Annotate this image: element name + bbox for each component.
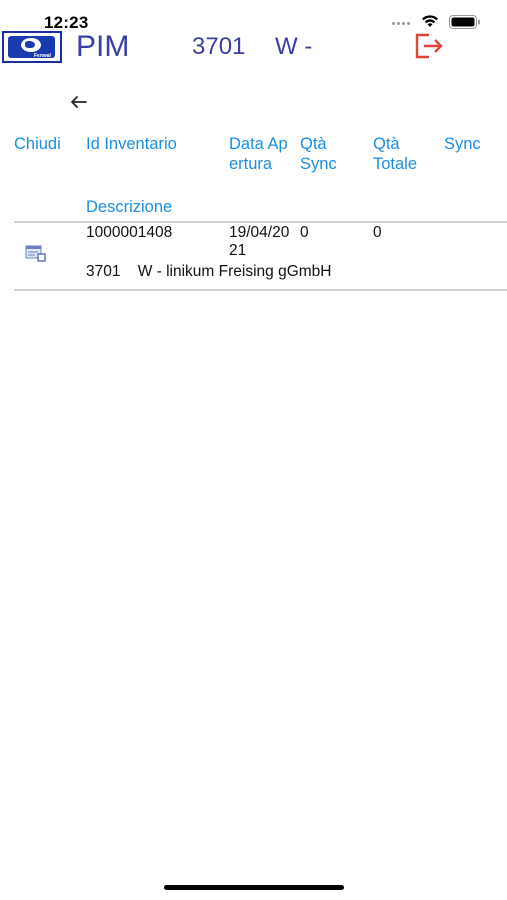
row-inventory-id: 1000001408 [86,224,173,241]
globe-icon [21,38,41,52]
company-logo: Fenwal [2,31,62,63]
site-name: W - [275,33,313,60]
column-header-inventory-id: Id Inventario [86,135,177,153]
row-opening-date: 19/04/2021 [229,224,290,259]
row-qty-total: 0 [373,224,382,241]
signal-dots-icon [392,22,414,28]
inventory-row-icon[interactable] [25,245,47,263]
column-header-opening-date: Data Apertura [229,135,288,173]
row-qty-sync: 0 [300,224,309,241]
table-header-divider [14,221,507,223]
back-arrow-icon[interactable] [69,92,89,112]
row-description: 3701 W - linikum Freising gGmbH [86,263,332,280]
logout-icon[interactable] [413,31,445,61]
logo-text: Fenwal [34,53,51,59]
column-header-qty-total: Qtà Totale [373,135,418,173]
app-title: PIM [76,30,130,63]
column-header-qty-sync: Qtà Sync [300,135,337,173]
wifi-icon [422,15,438,27]
battery-icon [449,15,480,29]
table-row-divider [14,289,507,291]
column-header-close: Chiudi [14,135,61,153]
column-header-sync: Sync [444,135,481,153]
home-indicator[interactable] [164,885,344,890]
column-header-description: Descrizione [86,198,173,216]
site-code: 3701 [192,33,246,60]
